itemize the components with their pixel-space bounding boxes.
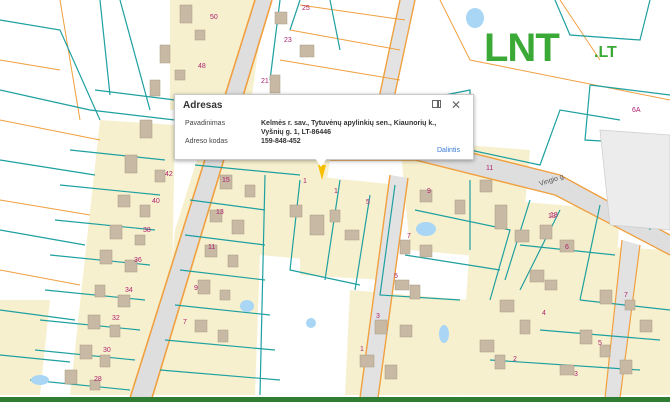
house-number: 36 xyxy=(134,257,142,264)
house-number: 38 xyxy=(143,227,151,234)
field-label-name: Pavadinimas xyxy=(185,120,226,127)
house-number: 7 xyxy=(183,319,187,326)
house-number: 13 xyxy=(216,209,224,216)
house-number: 40 xyxy=(152,198,160,205)
house-number: 1 xyxy=(360,346,364,353)
address-popup: Adresas ✕ Pavadinimas Kelmės r. sav., Ty… xyxy=(174,94,474,167)
house-number: 9 xyxy=(427,188,431,195)
house-number: 28 xyxy=(94,376,102,383)
house-number: 11 xyxy=(208,244,215,251)
popup-title: Adresas xyxy=(183,100,223,111)
house-number: 6 xyxy=(565,244,569,251)
close-icon[interactable]: ✕ xyxy=(451,98,461,112)
house-number: 5 xyxy=(366,199,370,206)
house-number: 30 xyxy=(103,347,111,354)
house-number: 48 xyxy=(198,63,206,70)
share-link[interactable]: Dalintis xyxy=(437,147,460,154)
house-number: 3 xyxy=(376,313,380,320)
house-number: 25 xyxy=(302,5,310,12)
logo-text: LNT xyxy=(484,26,560,70)
lnt-logo: LNT .LT xyxy=(484,26,628,70)
logo-tld: .LT xyxy=(594,44,617,61)
house-number: 50 xyxy=(210,14,218,21)
house-number: 34 xyxy=(125,287,133,294)
dock-panel-icon[interactable] xyxy=(432,100,441,108)
house-number: 7 xyxy=(407,233,411,240)
house-number: 1 xyxy=(303,178,307,185)
bottom-strip xyxy=(0,397,670,402)
popup-pointer xyxy=(315,158,327,167)
house-number: 42 xyxy=(165,171,173,178)
house-number: 11 xyxy=(486,165,493,172)
house-number: 23 xyxy=(284,37,292,44)
house-number: 13 xyxy=(550,212,558,219)
house-number: 32 xyxy=(112,315,120,322)
house-number: 2 xyxy=(513,356,517,363)
house-number: 7 xyxy=(624,292,628,299)
house-number: 21 xyxy=(261,78,269,85)
house-number: 4 xyxy=(542,310,546,317)
field-value-name-line1: Kelmės r. sav., Tytuvėnų apylinkių sen.,… xyxy=(261,120,437,127)
house-number: 9 xyxy=(194,285,198,292)
house-number: 6A xyxy=(632,107,641,114)
house-number: 3 xyxy=(574,371,578,378)
house-number: 5 xyxy=(394,273,398,280)
house-number: 5 xyxy=(598,340,602,347)
field-value-code: 159-848-452 xyxy=(261,138,301,145)
field-label-code: Adreso kodas xyxy=(185,138,228,145)
house-number: 15 xyxy=(222,177,230,184)
field-value-name-line2: Vyšnių g. 1, LT-86446 xyxy=(261,129,332,136)
house-number: 1 xyxy=(334,188,338,195)
